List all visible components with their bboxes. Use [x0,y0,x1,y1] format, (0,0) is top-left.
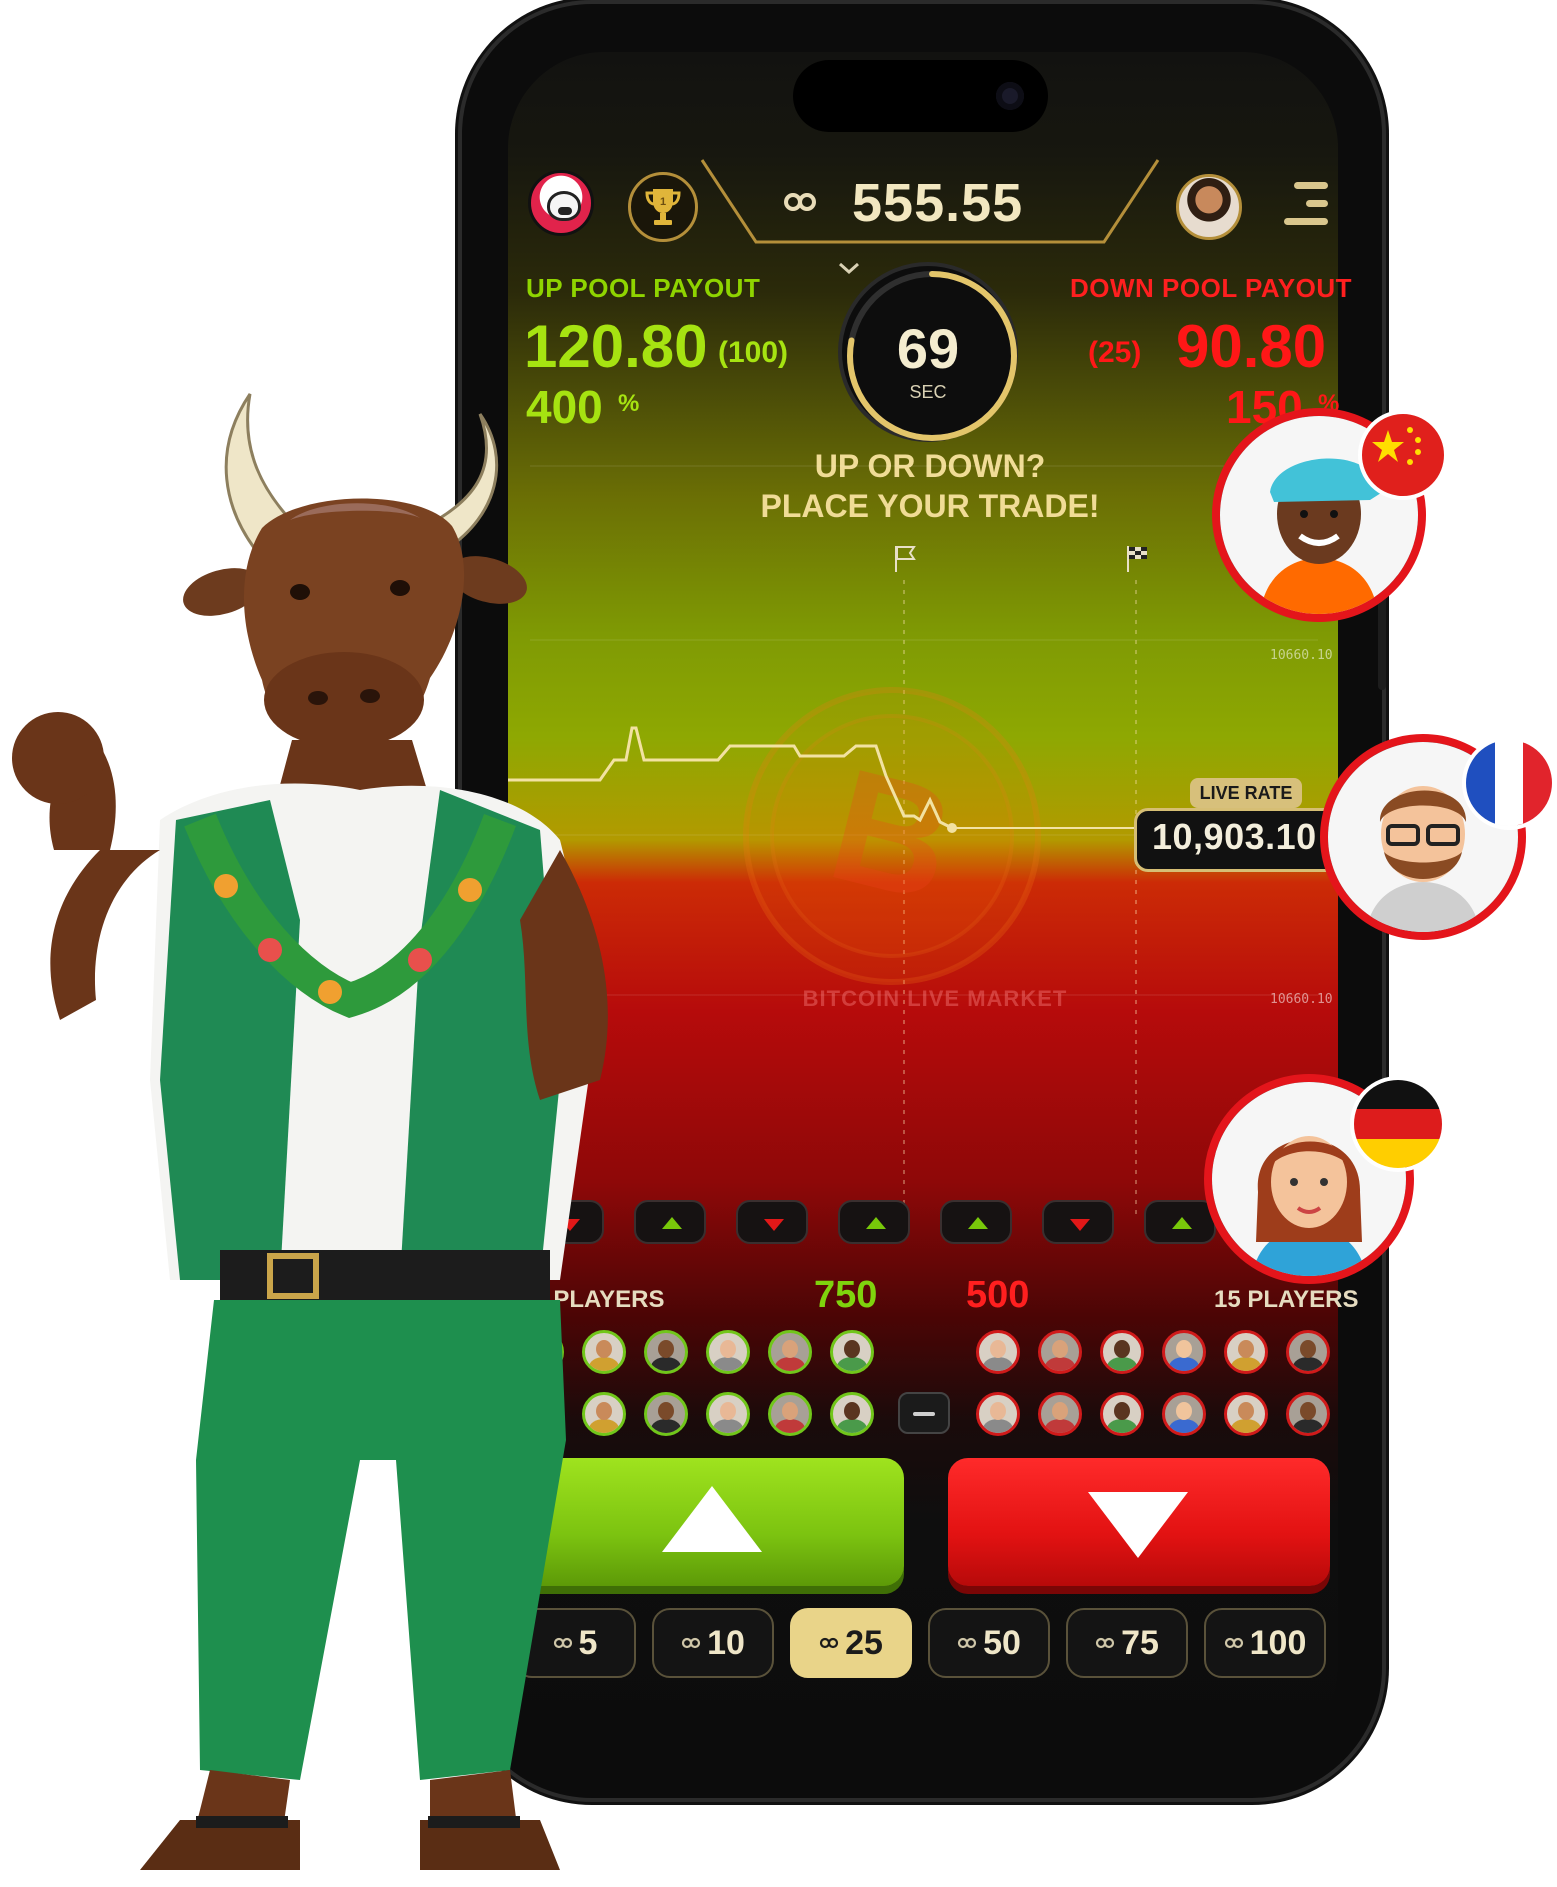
link-coin-icon [784,193,816,211]
up-arrow-icon [968,1217,988,1229]
france-flag-icon [1462,736,1556,830]
china-flag-icon [1358,410,1448,500]
player-avatar-down[interactable] [1286,1330,1330,1374]
leaderboard-button[interactable]: 1 [628,172,698,242]
up-total: 750 [814,1274,878,1316]
player-avatar-up[interactable] [830,1392,874,1436]
trade-marker-up [940,1200,1012,1244]
flag-start-icon [895,546,916,572]
player-avatar-down[interactable] [976,1330,1020,1374]
live-rate-label: LIVE RATE [1190,778,1302,808]
up-pool-stake-count: (100) [718,336,789,369]
menu-icon[interactable] [1284,178,1328,230]
player-avatar-down[interactable] [1100,1330,1144,1374]
y-tick-lower: 10660.10 [1270,992,1333,1007]
flag-finish-icon [1127,546,1147,572]
player-avatar-down[interactable] [1224,1330,1268,1374]
amount-option-50[interactable]: 50 [928,1608,1050,1678]
link-coin-icon [1095,1637,1115,1649]
svg-text:1: 1 [660,196,666,208]
up-arrow-icon [866,1217,886,1229]
down-players-count: 15 PLAYERS [1214,1286,1359,1313]
player-avatar-down[interactable] [1038,1392,1082,1436]
down-pool-stake-count: (25) [1088,336,1142,369]
up-pool-payout: 120.80 [524,313,708,380]
amount-value: 100 [1249,1623,1307,1662]
market-watermark: BITCOIN LIVE MARKET [802,986,1068,1011]
down-arrow-icon [1088,1492,1188,1558]
live-rate-value: 10,903.10 [1152,816,1317,857]
link-coin-icon [1224,1637,1243,1649]
trade-marker-down [736,1200,808,1244]
down-arrow-icon [764,1219,784,1231]
player-avatar-down[interactable] [1038,1330,1082,1374]
down-pool-label: DOWN POOL PAYOUT [1070,273,1352,303]
player-avatar-down[interactable] [1224,1392,1268,1436]
player-avatar-down[interactable] [976,1392,1020,1436]
bull-mascot-illustration [12,393,608,1870]
player-avatar-down[interactable] [1100,1392,1144,1436]
player-avatar-up[interactable] [768,1392,812,1436]
player-avatar-down[interactable] [1162,1330,1206,1374]
link-coin-icon [819,1637,839,1649]
balance-amount: 555.55 [852,173,1024,233]
amount-option-100[interactable]: 100 [1204,1608,1326,1678]
user-avatar[interactable] [1176,174,1242,240]
link-coin-icon [957,1637,977,1649]
collapse-players-button[interactable] [898,1392,950,1434]
timer-seconds: 69 [896,317,960,380]
amount-option-25[interactable]: 25 [790,1608,912,1678]
amount-value: 25 [845,1623,883,1662]
trade-marker-down [1042,1200,1114,1244]
chevron-down-icon[interactable] [838,262,860,274]
player-avatar-up[interactable] [768,1330,812,1374]
player-avatar-down[interactable] [1286,1392,1330,1436]
up-pool-label: UP POOL PAYOUT [526,273,761,303]
germany-flag-icon [1350,1076,1446,1172]
player-avatar-down[interactable] [1162,1392,1206,1436]
down-pool-payout: 90.80 [1176,313,1327,380]
trade-marker-up [838,1200,910,1244]
timer-unit: SEC [909,382,947,402]
bitcoin-icon: B [743,687,1041,985]
amount-value: 50 [983,1623,1021,1662]
down-arrow-icon [1070,1219,1090,1231]
amount-value: 75 [1121,1623,1159,1662]
app-stage: 1 555.55 UP POOL PAYOUT 120.80 (100) 400… [0,0,1557,1887]
camera-icon [996,82,1024,110]
down-total: 500 [966,1274,1030,1316]
amount-option-75[interactable]: 75 [1066,1608,1188,1678]
countdown-timer: 69 SEC [838,262,1018,442]
bulldog-logo-icon[interactable] [528,170,594,236]
y-tick-upper: 10660.10 [1270,648,1333,663]
trade-marker-up [1144,1200,1216,1244]
up-arrow-icon [1172,1217,1192,1229]
player-avatar-up[interactable] [830,1330,874,1374]
trade-down-button[interactable] [948,1458,1330,1586]
trophy-icon: 1 [645,189,681,225]
